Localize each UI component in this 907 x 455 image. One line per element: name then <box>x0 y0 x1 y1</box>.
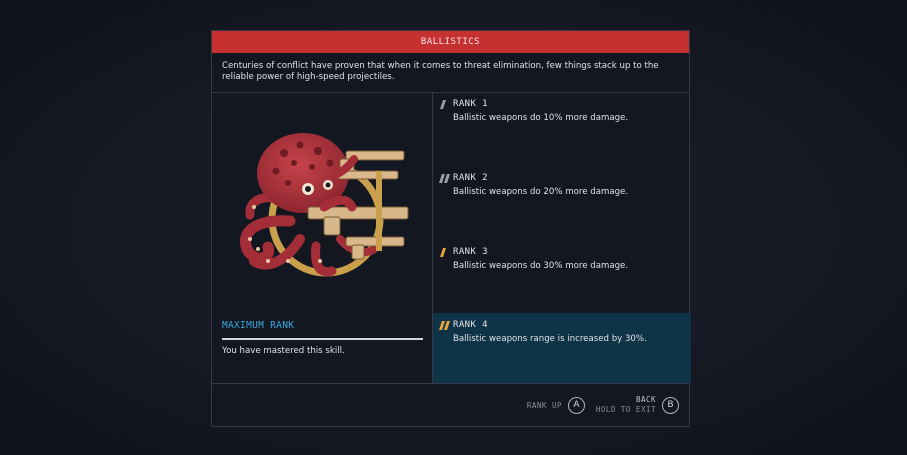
maximum-rank-text: You have mastered this skill. <box>222 346 345 356</box>
skill-panel: BALLISTICS Centuries of conflict have pr… <box>211 30 691 427</box>
hold-to-exit-label: HOLD TO EXIT <box>595 405 656 414</box>
rank-2-title: RANK 2 <box>453 173 488 183</box>
maximum-rank-rule <box>222 338 423 340</box>
rank-1-marker-icon <box>440 100 446 109</box>
rank-2-marker-icon <box>439 174 450 183</box>
rank-3-text: Ballistic weapons do 30% more damage. <box>453 261 629 271</box>
rank-1-text: Ballistic weapons do 10% more damage. <box>453 113 629 123</box>
octopus-with-guns-emblem-icon <box>240 133 409 277</box>
divider-bottom <box>212 383 689 384</box>
back-button[interactable]: B <box>662 397 679 414</box>
maximum-rank-title: MAXIMUM RANK <box>222 320 295 331</box>
skill-title: BALLISTICS <box>212 31 689 53</box>
rank-1-title: RANK 1 <box>453 99 488 109</box>
rank-2-row[interactable]: RANK 2 Ballistic weapons do 20% more dam… <box>433 167 691 237</box>
rank-2-text: Ballistic weapons do 20% more damage. <box>453 187 629 197</box>
rank-4-row[interactable]: RANK 4 Ballistic weapons range is increa… <box>433 313 691 383</box>
skill-description: Centuries of conflict have proven that w… <box>222 61 659 82</box>
rank-4-title: RANK 4 <box>453 320 488 330</box>
rank-3-row[interactable]: RANK 3 Ballistic weapons do 30% more dam… <box>433 241 691 311</box>
rank-4-marker-icon <box>439 321 450 330</box>
rank-up-label: RANK UP <box>526 401 562 410</box>
rank-1-row[interactable]: RANK 1 Ballistic weapons do 10% more dam… <box>433 93 691 163</box>
back-label: BACK <box>635 395 656 404</box>
rank-4-text: Ballistic weapons range is increased by … <box>453 334 647 344</box>
rank-3-marker-icon <box>440 248 446 257</box>
rank-3-title: RANK 3 <box>453 247 488 257</box>
